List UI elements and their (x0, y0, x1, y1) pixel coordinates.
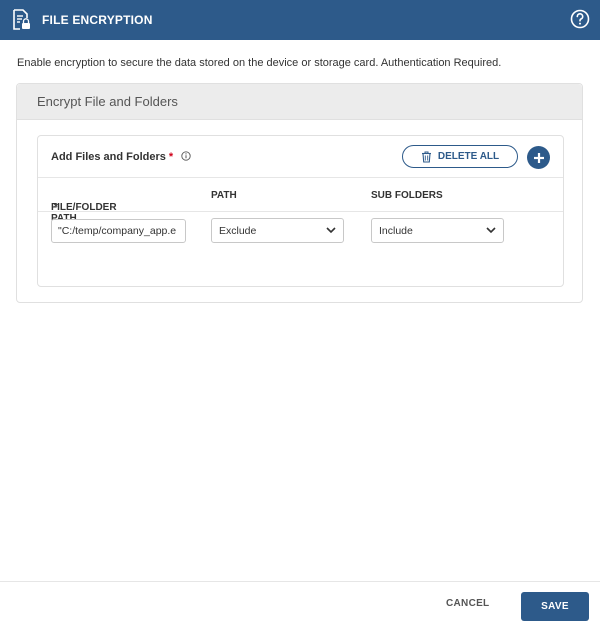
column-header-path: PATH (211, 190, 237, 201)
file-path-input[interactable] (51, 219, 186, 243)
description-text: Enable encryption to secure the data sto… (17, 57, 502, 69)
page-title: FILE ENCRYPTION (42, 13, 153, 27)
column-header-sub-folders: SUB FOLDERS (371, 190, 443, 201)
chevron-down-icon (486, 227, 496, 234)
save-button[interactable]: SAVE (521, 592, 589, 621)
trash-icon (421, 151, 431, 163)
sub-folders-select-value: Include (379, 224, 413, 237)
path-select[interactable]: Exclude (211, 218, 344, 243)
required-marker: * (168, 151, 174, 163)
table-header: FILE/FOLDER PATH* PATH SUB FOLDERS (38, 178, 563, 224)
add-files-label-text: Add Files and Folders (51, 151, 166, 163)
info-icon[interactable] (181, 151, 191, 161)
footer-bar: CANCEL SAVE (0, 581, 600, 626)
add-files-label: Add Files and Folders * (51, 151, 191, 163)
help-circle-icon[interactable] (570, 9, 590, 29)
delete-all-label: DELETE ALL (437, 151, 500, 162)
sub-folders-select[interactable]: Include (371, 218, 504, 243)
header-bar: FILE ENCRYPTION (0, 0, 600, 40)
plus-circle-icon (533, 152, 544, 163)
file-lock-icon (13, 9, 30, 30)
encrypt-panel: Encrypt File and Folders Add Files and F… (16, 83, 583, 303)
table-row: Exclude Include (38, 212, 563, 252)
files-card: Add Files and Folders * DELETE ALL FILE/… (37, 135, 564, 287)
card-toolbar: Add Files and Folders * DELETE ALL (38, 136, 563, 178)
add-row-button[interactable] (527, 146, 550, 169)
chevron-down-icon (326, 227, 336, 234)
panel-title: Encrypt File and Folders (17, 84, 582, 120)
delete-all-button[interactable]: DELETE ALL (402, 145, 518, 168)
cancel-button[interactable]: CANCEL (446, 598, 489, 609)
path-select-value: Exclude (219, 224, 257, 237)
